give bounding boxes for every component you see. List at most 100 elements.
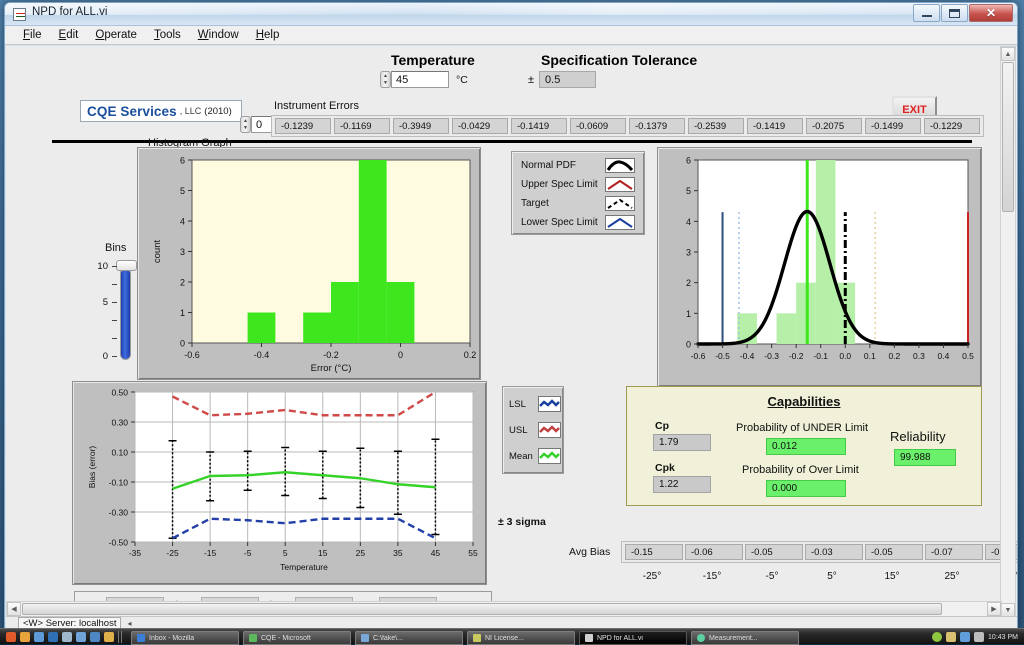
scroll-right-icon[interactable]: ▶ bbox=[987, 602, 1001, 616]
menu-item-tools[interactable]: Tools bbox=[146, 27, 189, 43]
bias-vs-temperature-graph[interactable]: -0.50 -0.30 -0.10 0.10 0.30 0.50 -35 -25 -15 -5 5 1… bbox=[72, 381, 487, 585]
error-cell[interactable]: -0.0609 bbox=[570, 118, 626, 134]
svg-text:-35: -35 bbox=[129, 548, 142, 558]
cpk-value: 1.22 bbox=[653, 476, 711, 493]
temperature-spinner-icon[interactable]: ▲ ▼ bbox=[380, 71, 391, 88]
tray-update-icon[interactable] bbox=[946, 632, 957, 642]
tray-network-icon[interactable] bbox=[960, 632, 971, 642]
avg-bias-cell[interactable]: -0.07 bbox=[925, 544, 983, 560]
svg-text:Temperature: Temperature bbox=[280, 562, 328, 572]
vertical-scrollbar[interactable]: ▲ ▼ bbox=[1000, 46, 1016, 618]
taskbar-button-label: CQE - Microsoft bbox=[261, 634, 311, 642]
temperature-control[interactable]: ▲ ▼ 45 °C bbox=[380, 71, 468, 88]
taskbar-button[interactable]: Inbox - Mozilla bbox=[131, 631, 239, 645]
legend-item-mean[interactable]: Mean bbox=[503, 443, 563, 469]
legend-label: LSL bbox=[509, 398, 526, 410]
avg-bias-cell[interactable]: -0.05 bbox=[745, 544, 803, 560]
bins-tick-10: 10 bbox=[97, 261, 108, 272]
svg-text:3: 3 bbox=[180, 247, 185, 257]
menu-item-edit[interactable]: Edit bbox=[51, 27, 87, 43]
menu-item-operate[interactable]: Operate bbox=[87, 27, 145, 43]
menu-item-file[interactable]: File bbox=[15, 27, 50, 43]
errors-index-spinner-icon[interactable]: ▲ ▼ bbox=[240, 116, 251, 133]
scroll-up-icon[interactable]: ▲ bbox=[1001, 47, 1015, 61]
legend-item-normal-pdf[interactable]: Normal PDF bbox=[512, 156, 644, 175]
bias-plot-legend[interactable]: LSL USL Mean bbox=[502, 386, 564, 474]
taskbar-button[interactable]: NI License... bbox=[467, 631, 575, 645]
tray-status-icon[interactable] bbox=[932, 632, 943, 642]
taskbar-button[interactable]: CQE - Microsoft bbox=[243, 631, 351, 645]
horizontal-scrollbar[interactable]: ◀ ▶ bbox=[6, 601, 1002, 617]
minimize-button[interactable] bbox=[913, 4, 940, 22]
maximize-button[interactable] bbox=[941, 4, 968, 22]
menu-item-window[interactable]: Window bbox=[190, 27, 247, 43]
avg-bias-cell[interactable]: -0.05 bbox=[865, 544, 923, 560]
spec-tolerance-input[interactable]: 0.5 bbox=[539, 71, 597, 88]
probability-over-limit-value: 0.000 bbox=[766, 480, 846, 497]
legend-item-lsl[interactable]: LSL bbox=[503, 391, 563, 417]
taskbar-button-active[interactable]: NPD for ALL.vi bbox=[579, 631, 687, 645]
svg-text:4: 4 bbox=[686, 217, 691, 227]
taskbar-button[interactable]: C:\fake\... bbox=[355, 631, 463, 645]
error-cell[interactable]: -0.1419 bbox=[511, 118, 567, 134]
tray-volume-icon[interactable] bbox=[974, 632, 985, 642]
error-cell[interactable]: -0.1169 bbox=[334, 118, 390, 134]
svg-text:-0.4: -0.4 bbox=[740, 351, 755, 361]
histogram-graph[interactable]: 0 1 2 3 4 5 6 -0.6 -0.4 -0.2 0 0.2 Error (°C) count bbox=[137, 147, 481, 380]
legend-item-upper-spec-limit[interactable]: Upper Spec Limit bbox=[512, 175, 644, 194]
word-icon[interactable] bbox=[90, 632, 100, 642]
error-cell[interactable]: -0.2539 bbox=[688, 118, 744, 134]
normal-pdf-graph[interactable]: 0 1 2 3 4 5 6 -0.6 -0.5 -0.4 -0.3 -0.2 -0.1 0.0 0.1 0.2… bbox=[657, 147, 982, 387]
ie-icon[interactable] bbox=[48, 632, 58, 642]
svg-text:-25: -25 bbox=[166, 548, 179, 558]
legend-item-usl[interactable]: USL bbox=[503, 417, 563, 443]
scroll-left-icon[interactable]: ◀ bbox=[7, 602, 21, 616]
error-cell[interactable]: -0.1499 bbox=[865, 118, 921, 134]
avg-bias-cell[interactable]: -0.15 bbox=[625, 544, 683, 560]
legend-item-lower-spec-limit[interactable]: Lower Spec Limit bbox=[512, 213, 644, 232]
horizontal-scrollbar-thumb[interactable] bbox=[22, 603, 942, 615]
bins-slider[interactable]: 10 5 0 bbox=[97, 258, 140, 366]
avg-bias-cell[interactable]: -0.06 bbox=[685, 544, 743, 560]
svg-text:0: 0 bbox=[398, 350, 403, 360]
legend-swatch-mean bbox=[538, 448, 561, 464]
error-cell[interactable]: -0.0429 bbox=[452, 118, 508, 134]
scroll-down-icon[interactable]: ▼ bbox=[1001, 603, 1015, 617]
error-cell[interactable]: -0.1419 bbox=[747, 118, 803, 134]
temperature-unit: °C bbox=[456, 73, 468, 86]
temperature-input[interactable]: 45 bbox=[391, 71, 449, 88]
taskbar-button-label: Measurement... bbox=[709, 634, 758, 642]
probability-under-limit-label: Probability of UNDER Limit bbox=[736, 422, 869, 434]
svg-text:0.30: 0.30 bbox=[111, 418, 128, 428]
legend-swatch-lsl bbox=[605, 215, 635, 230]
bins-slider-knob[interactable] bbox=[116, 260, 137, 271]
taskbar-button[interactable]: Measurement... bbox=[691, 631, 799, 645]
error-cell[interactable]: -0.1239 bbox=[275, 118, 331, 134]
error-cell[interactable]: -0.1379 bbox=[629, 118, 685, 134]
legend-item-target[interactable]: Target bbox=[512, 194, 644, 213]
sigma-label: ± 3 sigma bbox=[498, 516, 546, 528]
svg-text:0.5: 0.5 bbox=[962, 351, 974, 361]
logo-year-text: (2010) bbox=[204, 105, 232, 117]
error-cell[interactable]: -0.2075 bbox=[806, 118, 862, 134]
histogram-plot-legend[interactable]: Normal PDF Upper Spec Limit Target Lower… bbox=[511, 151, 645, 235]
spec-tolerance-control[interactable]: ± 0.5 bbox=[528, 71, 597, 88]
firefox-icon[interactable] bbox=[6, 632, 16, 642]
close-button[interactable]: ✕ bbox=[969, 4, 1013, 22]
error-cell[interactable]: -0.3949 bbox=[393, 118, 449, 134]
menu-item-help[interactable]: Help bbox=[248, 27, 288, 43]
folder2-icon[interactable] bbox=[104, 632, 114, 642]
avg-bias-cell[interactable]: -0.03 bbox=[805, 544, 863, 560]
vertical-scrollbar-thumb[interactable] bbox=[1002, 62, 1014, 212]
cpk-label: Cpk bbox=[655, 462, 675, 474]
media-icon[interactable] bbox=[76, 632, 86, 642]
taskbar-app-icon bbox=[473, 634, 481, 642]
outlook-icon[interactable] bbox=[34, 632, 44, 642]
cp-label: Cp bbox=[655, 420, 669, 432]
application-window: NPD for ALL.vi ✕ File Edit Operate Tools… bbox=[4, 2, 1018, 631]
bins-tick-5: 5 bbox=[102, 297, 108, 308]
folder-icon[interactable] bbox=[20, 632, 30, 642]
explorer-icon[interactable] bbox=[62, 632, 72, 642]
taskbar-clock[interactable]: 10:43 PM bbox=[988, 634, 1018, 641]
error-cell[interactable]: -0.1229 bbox=[924, 118, 980, 134]
